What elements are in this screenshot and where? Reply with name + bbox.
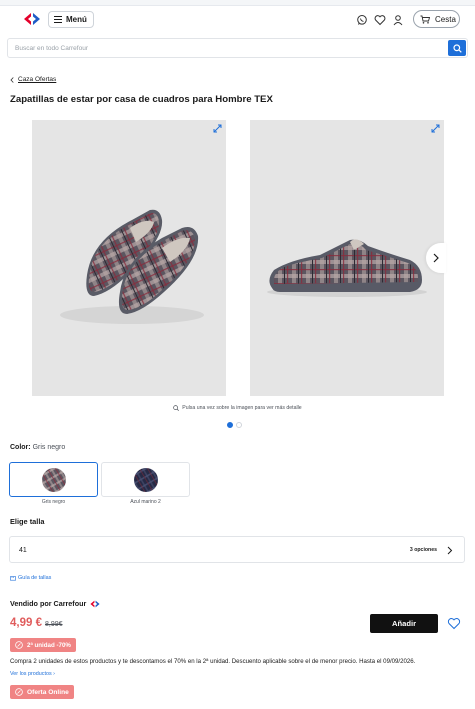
page-title: Zapatillas de estar por casa de cuadros …: [10, 94, 273, 105]
color-swatch-azul-marino[interactable]: [101, 462, 190, 497]
search-button[interactable]: [448, 40, 466, 56]
gallery-hint-text: Pulsa una vez sobre la imagen para ver m…: [182, 405, 302, 411]
size-select[interactable]: 41 3 opciones: [9, 536, 465, 563]
user-icon[interactable]: [392, 14, 404, 26]
product-image-1[interactable]: [32, 120, 226, 396]
color-selected-value: Gris negro: [32, 444, 66, 451]
old-price: 8,99€: [45, 621, 63, 628]
gallery-hint: Pulsa una vez sobre la imagen para ver m…: [0, 405, 475, 411]
cart-label: Cesta: [435, 14, 456, 24]
see-products-link[interactable]: Ver los productos ›: [10, 671, 55, 677]
percent-badge-icon: [15, 688, 23, 696]
add-to-cart-button[interactable]: Añadir: [370, 614, 438, 633]
color-label-title: Color:: [10, 444, 31, 451]
zoom-icon: [173, 405, 180, 411]
carrefour-logo[interactable]: [22, 12, 42, 26]
size-guide-link[interactable]: Guía de tallas: [10, 575, 51, 581]
menu-button[interactable]: Menú: [48, 11, 94, 28]
expand-icon[interactable]: [431, 124, 440, 133]
breadcrumb-label[interactable]: Caza Ofertas: [18, 76, 56, 83]
size-guide-label[interactable]: Guía de tallas: [18, 575, 51, 581]
gallery-dot[interactable]: [227, 422, 233, 428]
gallery-dots: [227, 422, 242, 428]
gallery-dot[interactable]: [236, 422, 242, 428]
promo-description: Compra 2 unidades de estos productos y t…: [10, 658, 416, 665]
search-bar: [7, 38, 468, 58]
breadcrumb[interactable]: Caza Ofertas: [10, 76, 56, 83]
color-option-label: Gris negro: [41, 499, 66, 505]
heart-icon[interactable]: [374, 14, 386, 26]
hamburger-icon: [54, 16, 62, 23]
size-options-count: 3 opciones: [409, 547, 437, 553]
seller-label: Vendido por Carrefour: [10, 599, 87, 608]
carrefour-logo: [90, 600, 100, 607]
online-badge-label: Oferta Online: [27, 688, 69, 696]
color-option-label: Azul marino 2: [130, 499, 161, 505]
cart-button[interactable]: Cesta: [413, 10, 460, 28]
online-offer-badge: Oferta Online: [10, 685, 74, 699]
plaid-swatch-image: [41, 467, 66, 492]
whatsapp-icon[interactable]: [356, 14, 368, 26]
chevron-right-icon: [447, 546, 453, 555]
chevron-left-icon: [10, 76, 14, 83]
slipper-side-image: [267, 239, 427, 297]
search-icon: [452, 43, 462, 53]
search-input[interactable]: [8, 39, 446, 57]
promo-badge-label: 2ª unidad -70%: [27, 641, 71, 649]
size-title: Elige talla: [10, 517, 45, 526]
percent-badge-icon: [15, 641, 23, 649]
slipper-pair-image: [60, 209, 204, 324]
color-label: Color: Gris negro: [10, 444, 65, 451]
cart-icon: [420, 15, 430, 24]
chevron-right-icon: [433, 253, 439, 263]
seller-info: Vendido por Carrefour: [10, 599, 101, 608]
current-price: 4,99 €: [10, 617, 42, 629]
header: Menú Cesta: [0, 6, 475, 34]
size-value: 41: [19, 547, 27, 554]
heart-icon[interactable]: [447, 617, 461, 630]
promo-badge: 2ª unidad -70%: [10, 638, 76, 652]
navy-swatch-image: [133, 467, 158, 492]
expand-icon[interactable]: [213, 124, 222, 133]
color-swatch-gris-negro[interactable]: [9, 462, 98, 497]
ruler-icon: [10, 575, 16, 580]
menu-label: Menú: [66, 15, 87, 24]
product-image-2[interactable]: [250, 120, 444, 396]
